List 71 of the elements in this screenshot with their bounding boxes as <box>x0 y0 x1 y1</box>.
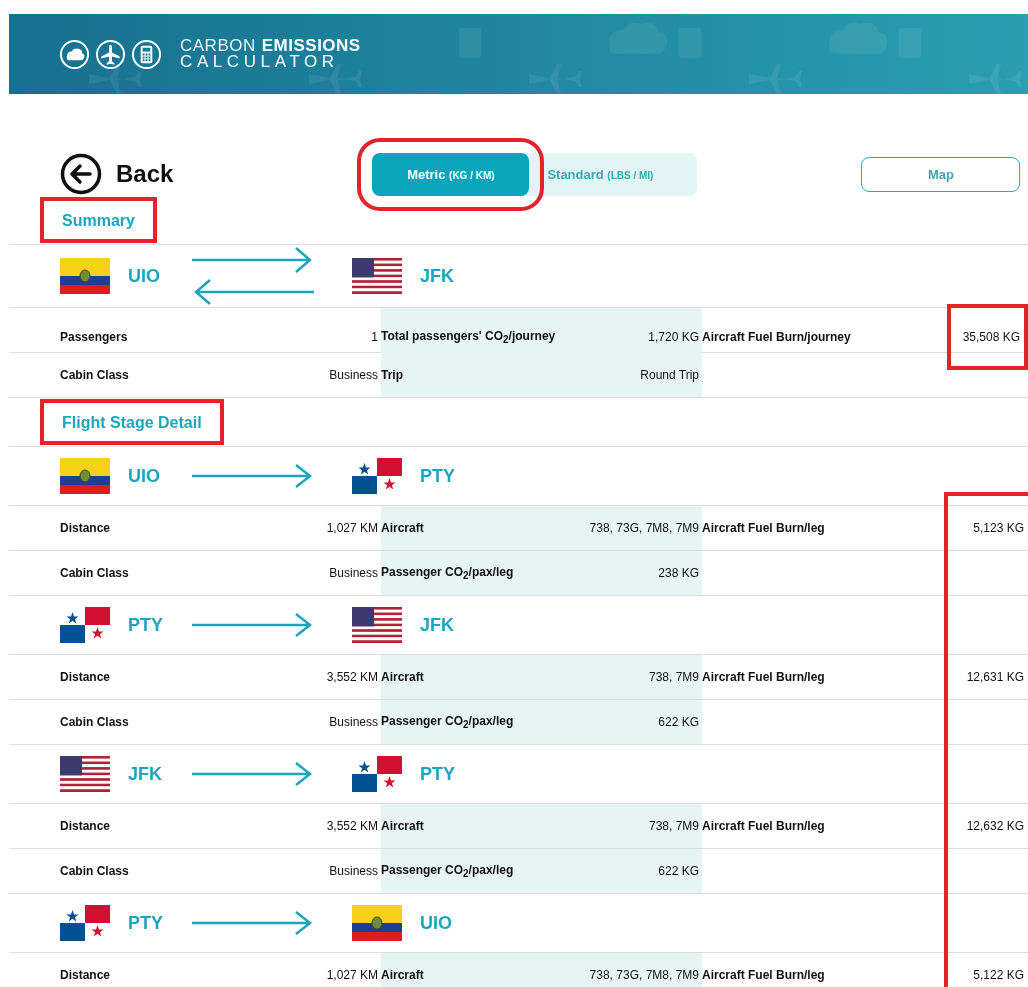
stat-value: 1,027 KM <box>326 521 378 535</box>
airport-code: JFK <box>420 265 455 287</box>
unit-tab[interactable]: Standard (LBS / MI) <box>529 152 672 196</box>
stat-label: Passenger CO$_{2}$/pax/leg <box>381 713 514 731</box>
stat-value: 622 KG <box>658 715 699 729</box>
stat-label: Cabin Class <box>60 715 129 729</box>
airport-code: UIO <box>420 912 453 934</box>
stat-value: Business <box>329 566 378 580</box>
stat-label: Passenger CO$_{2}$/pax/leg <box>381 564 514 582</box>
stat-value: 738, 73G, 7M8, 7M9 <box>589 968 699 982</box>
back-button[interactable]: Back <box>60 153 174 195</box>
section-heading: Flight Stage Detail <box>40 399 224 445</box>
stat-label: Aircraft Fuel Burn/leg <box>702 819 825 833</box>
stat-value: 3,552 KM <box>326 670 378 684</box>
stat-label: Aircraft Fuel Burn/journey <box>702 330 851 344</box>
stat-value: Business <box>329 368 378 382</box>
background-airplane-icon <box>969 64 1022 94</box>
airport-code: PTY <box>420 465 456 487</box>
stat-value: 12,631 KG <box>966 670 1024 684</box>
stat-label: Passengers <box>60 330 128 344</box>
stat-label: Total passengers' CO$_{2}$/journey <box>381 328 556 346</box>
airport-code: UIO <box>128 265 161 287</box>
background-airplane-icon <box>529 64 582 94</box>
background-airplane-icon <box>89 64 142 94</box>
stat-value: 238 KG <box>658 566 699 580</box>
stat-value: Round Trip <box>640 368 699 382</box>
stat-value: 12,632 KG <box>966 819 1024 833</box>
stat-label: Distance <box>60 670 111 684</box>
cloud-icon <box>59 38 90 70</box>
stat-label: Passenger CO$_{2}$/pax/leg <box>381 862 514 880</box>
stat-value: 1,720 KG <box>648 330 699 344</box>
stat-label: Aircraft <box>381 819 424 833</box>
stat-label: Distance <box>60 521 111 535</box>
airport-code: PTY <box>128 614 164 636</box>
background-airplane-icon <box>749 64 802 94</box>
stat-label: Aircraft <box>381 521 424 535</box>
stat-label: Distance <box>60 819 111 833</box>
stat-value: 622 KG <box>658 864 699 878</box>
stat-label: Aircraft <box>381 670 424 684</box>
stat-value: 5,122 KG <box>973 968 1024 982</box>
stat-value: 3,552 KM <box>326 819 378 833</box>
stat-value: Business <box>329 715 378 729</box>
stat-label: Aircraft Fuel Burn/leg <box>702 968 825 982</box>
stat-value: 738, 7M9 <box>648 670 699 684</box>
stat-value: 738, 7M9 <box>648 819 699 833</box>
stat-label: Cabin Class <box>60 864 129 878</box>
stat-label: Distance <box>60 968 111 982</box>
section-heading: Summary <box>40 197 157 243</box>
airport-code: PTY <box>420 763 456 785</box>
map-button[interactable]: Map <box>861 156 1021 192</box>
stat-label: Trip <box>381 368 403 382</box>
stat-value: Business <box>329 864 378 878</box>
airport-code: JFK <box>420 614 455 636</box>
airport-code: JFK <box>128 763 163 785</box>
stat-label: Aircraft Fuel Burn/leg <box>702 670 825 684</box>
stat-value: 5,123 KG <box>973 521 1024 535</box>
stat-value: 1,027 KM <box>326 968 378 982</box>
airport-code: UIO <box>128 465 161 487</box>
calculator-icon <box>131 38 162 70</box>
stat-label: Cabin Class <box>60 566 129 580</box>
stat-label: Cabin Class <box>60 368 129 382</box>
unit-tab[interactable]: Metric (KG / KM) <box>372 152 530 196</box>
brand-title: EMISSIONS <box>261 38 361 54</box>
brand-subtitle: CALCULATOR <box>180 54 340 70</box>
stat-value: 1 <box>371 330 378 344</box>
stat-value: 738, 73G, 7M8, 7M9 <box>589 521 699 535</box>
airplane-icon <box>95 38 126 70</box>
stat-label: Aircraft Fuel Burn/leg <box>702 521 825 535</box>
stat-label: Aircraft <box>381 968 424 982</box>
brand-title: CARBON <box>180 38 256 54</box>
airport-code: PTY <box>128 912 164 934</box>
